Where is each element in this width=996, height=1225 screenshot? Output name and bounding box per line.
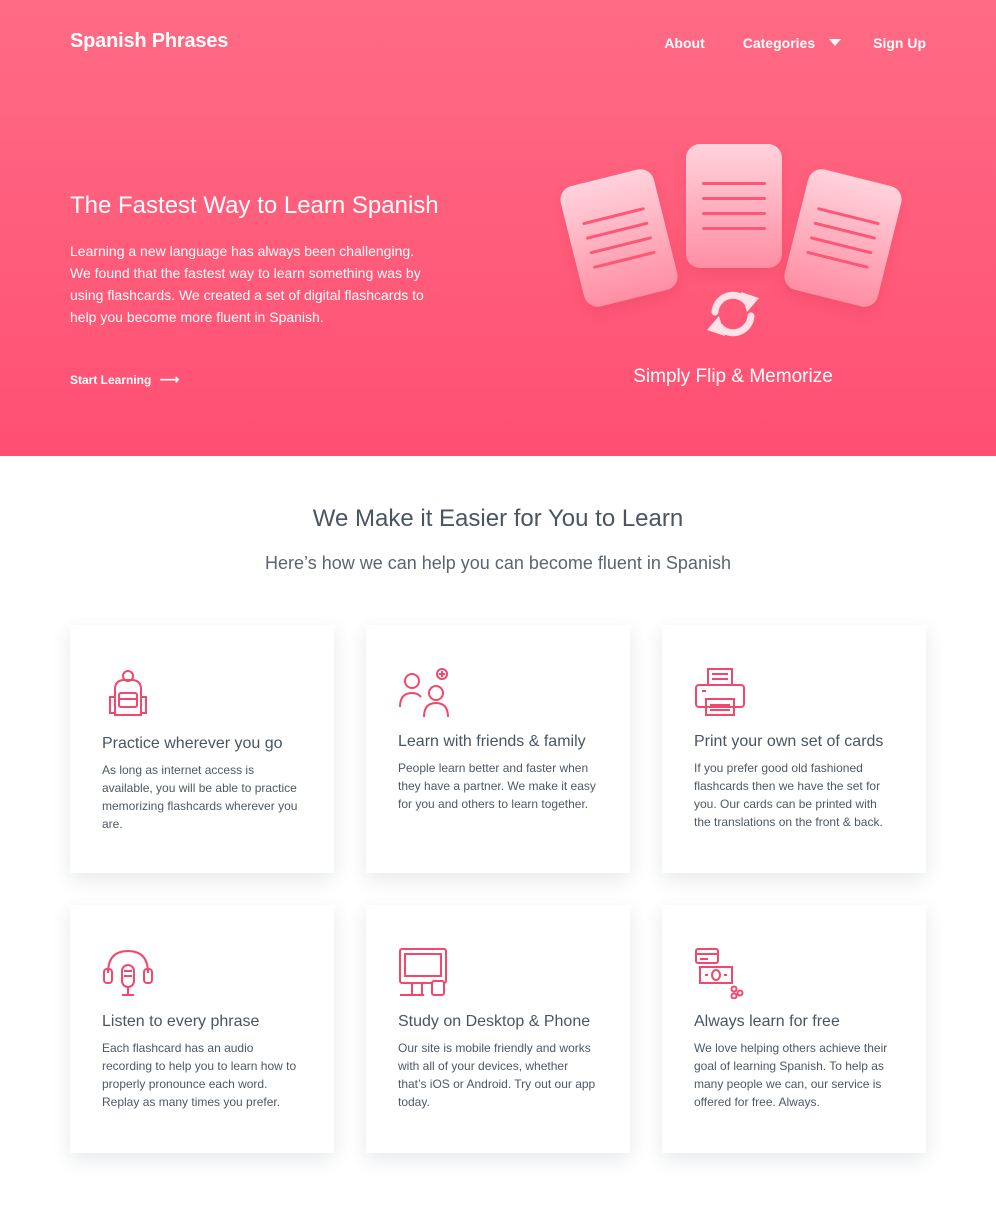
arrow-right-icon: ⟶	[159, 371, 180, 387]
flashcard-center-icon	[686, 144, 782, 268]
chevron-down-icon	[829, 38, 842, 46]
feature-description: We love helping others achieve their goa…	[694, 1041, 888, 1109]
nav-categories-dropdown[interactable]: Categories	[742, 35, 842, 51]
feature-card: Print your own set of cards If you prefe…	[662, 625, 926, 873]
flashcard-right-icon	[781, 166, 905, 310]
flashcard-left-icon	[557, 166, 681, 310]
hero-art-caption: Simply Flip & Memorize	[633, 366, 833, 387]
section-title: We Make it Easier for You to Learn	[312, 505, 684, 532]
hero-description: Learning a new language has always been …	[70, 243, 424, 325]
hero-section: Spanish Phrases About Categories Sign Up…	[0, 0, 996, 456]
nav-sign-up-link[interactable]: Sign Up	[873, 35, 926, 51]
feature-title: Always learn for free	[694, 1013, 840, 1030]
money-coins-icon	[695, 948, 744, 999]
feature-title: Listen to every phrase	[102, 1013, 260, 1030]
section-subtitle: Here’s how we can help you can become fl…	[265, 553, 731, 573]
hero-title: The Fastest Way to Learn Spanish	[70, 192, 439, 219]
feature-description: As long as internet access is available,…	[102, 763, 298, 831]
feature-description: If you prefer good old fashioned flashca…	[694, 761, 883, 829]
flip-arrows-icon	[707, 291, 759, 337]
feature-card: Study on Desktop & Phone Our site is mob…	[366, 905, 630, 1153]
feature-description: Our site is mobile friendly and works wi…	[398, 1041, 596, 1109]
feature-description: Each flashcard has an audio recording to…	[102, 1041, 297, 1109]
desktop-phone-icon	[399, 948, 447, 996]
feature-card: Practice wherever you go As long as inte…	[70, 625, 334, 873]
feature-card: Always learn for free We love helping ot…	[662, 905, 926, 1153]
main-nav: About Categories Sign Up	[664, 35, 926, 51]
feature-description: People learn better and faster when they…	[398, 761, 596, 811]
people-add-icon	[399, 668, 449, 718]
nav-about-link[interactable]: About	[664, 35, 704, 51]
nav-categories-label: Categories	[742, 35, 816, 51]
headset-microphone-icon	[103, 949, 153, 996]
printer-icon	[695, 668, 745, 716]
feature-title: Print your own set of cards	[694, 733, 884, 750]
feature-title: Practice wherever you go	[102, 735, 283, 752]
flashcards-illustration	[555, 140, 915, 350]
start-learning-label: Start Learning	[70, 372, 152, 387]
feature-card: Learn with friends & family People learn…	[366, 625, 630, 873]
feature-card: Listen to every phrase Each flashcard ha…	[70, 905, 334, 1153]
feature-title: Study on Desktop & Phone	[398, 1013, 591, 1030]
brand-logo[interactable]: Spanish Phrases	[70, 30, 228, 53]
feature-title: Learn with friends & family	[398, 733, 586, 750]
backpack-icon	[109, 670, 147, 716]
start-learning-button[interactable]: Start Learning ⟶	[70, 371, 179, 388]
